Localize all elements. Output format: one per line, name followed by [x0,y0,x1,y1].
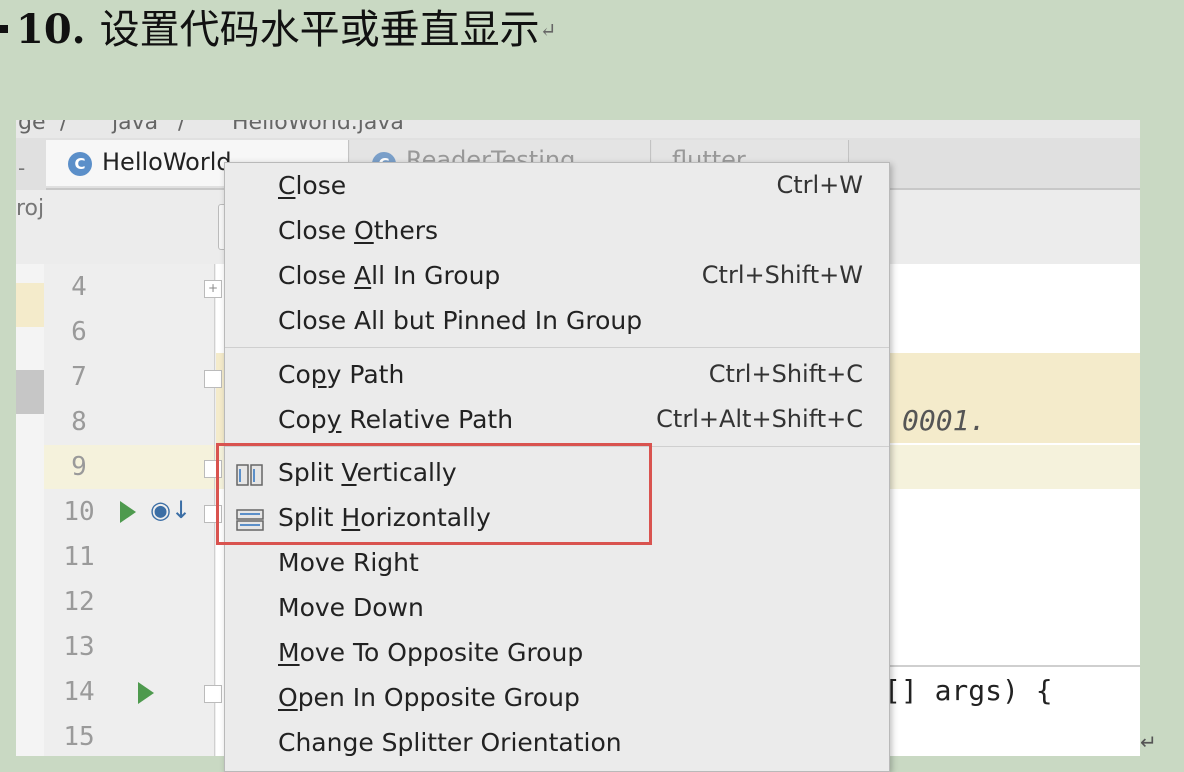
bullet-icon [0,25,8,33]
code-fragment-line8: 0001. [902,404,987,437]
project-panel-edge [16,264,44,756]
shortcut: Ctrl+Shift+W [701,261,863,289]
editor-separator [886,665,1140,667]
line-number: 7 [71,362,87,392]
shortcut: Ctrl+W [776,171,863,199]
line-number: 10 [63,497,95,527]
breadcrumb-separator: / [178,120,186,135]
fold-expand-icon[interactable]: + [204,280,222,298]
shortcut: Ctrl+Alt+Shift+C [656,405,863,433]
line-number: 14 [63,677,95,707]
shortcut: Ctrl+Shift+C [708,360,863,388]
return-mark-icon: ↵ [539,18,557,42]
line-number: 13 [63,632,95,662]
slide-heading: 10. 设置代码水平或垂直显示↵ [0,2,556,58]
breadcrumb: ge / java / HelloWorld.java [16,120,1140,138]
menu-item-close-all-but-pinned[interactable]: Close All but Pinned In Group [225,300,889,345]
menu-item-change-splitter-orientation[interactable]: Change Splitter Orientation [225,722,889,767]
breadcrumb-separator: / [60,120,68,135]
line-number: 6 [71,317,87,347]
mnemonic: C [278,171,296,200]
run-icon[interactable] [120,501,136,523]
breadcrumb-item[interactable]: java [112,120,158,135]
menu-item-close[interactable]: Close Ctrl+W [225,165,889,210]
mnemonic: O [354,216,374,245]
class-c-icon: C [68,152,92,176]
line-number: 15 [63,722,95,752]
menu-item-copy-relative-path[interactable]: Copy Relative Path Ctrl+Alt+Shift+C [225,399,889,444]
heading-number: 10. [16,6,86,53]
override-method-icon[interactable]: ◉↓ [150,496,191,524]
mnemonic: p [310,360,327,389]
mnemonic: A [354,261,372,290]
line-number: 4 [71,272,87,302]
menu-item-copy-path[interactable]: Copy Path Ctrl+Shift+C [225,354,889,399]
breadcrumb-item[interactable]: HelloWorld.java [232,120,404,135]
run-icon[interactable] [138,682,154,704]
fold-collapse-icon[interactable] [204,370,222,388]
menu-item-close-all-in-group[interactable]: Close All In Group Ctrl+Shift+W [225,255,889,300]
menu-item-move-to-opposite-group[interactable]: Move To Opposite Group [225,632,889,677]
menu-item-move-right[interactable]: Move Right [225,542,889,587]
line-number: 8 [71,407,87,437]
code-fragment-line14: [] args) { [884,674,1053,707]
line-number: 9 [71,452,87,482]
project-row-highlight [16,283,44,327]
project-row-selected[interactable] [16,370,44,414]
breadcrumb-item[interactable]: ge [18,120,46,135]
fold-collapse-icon[interactable] [204,685,222,703]
menu-separator [225,347,889,348]
menu-item-open-in-opposite-group[interactable]: Open In Opposite Group [225,677,889,722]
mnemonic: O [278,683,298,712]
line-number: 12 [63,587,95,617]
menu-item-close-others[interactable]: Close Others [225,210,889,255]
mnemonic: M [278,638,300,667]
highlight-annotation-box [216,443,652,545]
project-panel-label[interactable]: roj [16,196,44,221]
line-number: 11 [63,542,95,572]
return-mark-icon: ↵ [1140,730,1157,754]
menu-item-move-down[interactable]: Move Down [225,587,889,632]
heading-text: 设置代码水平或垂直显示 [99,7,540,53]
mnemonic: y [326,405,342,434]
